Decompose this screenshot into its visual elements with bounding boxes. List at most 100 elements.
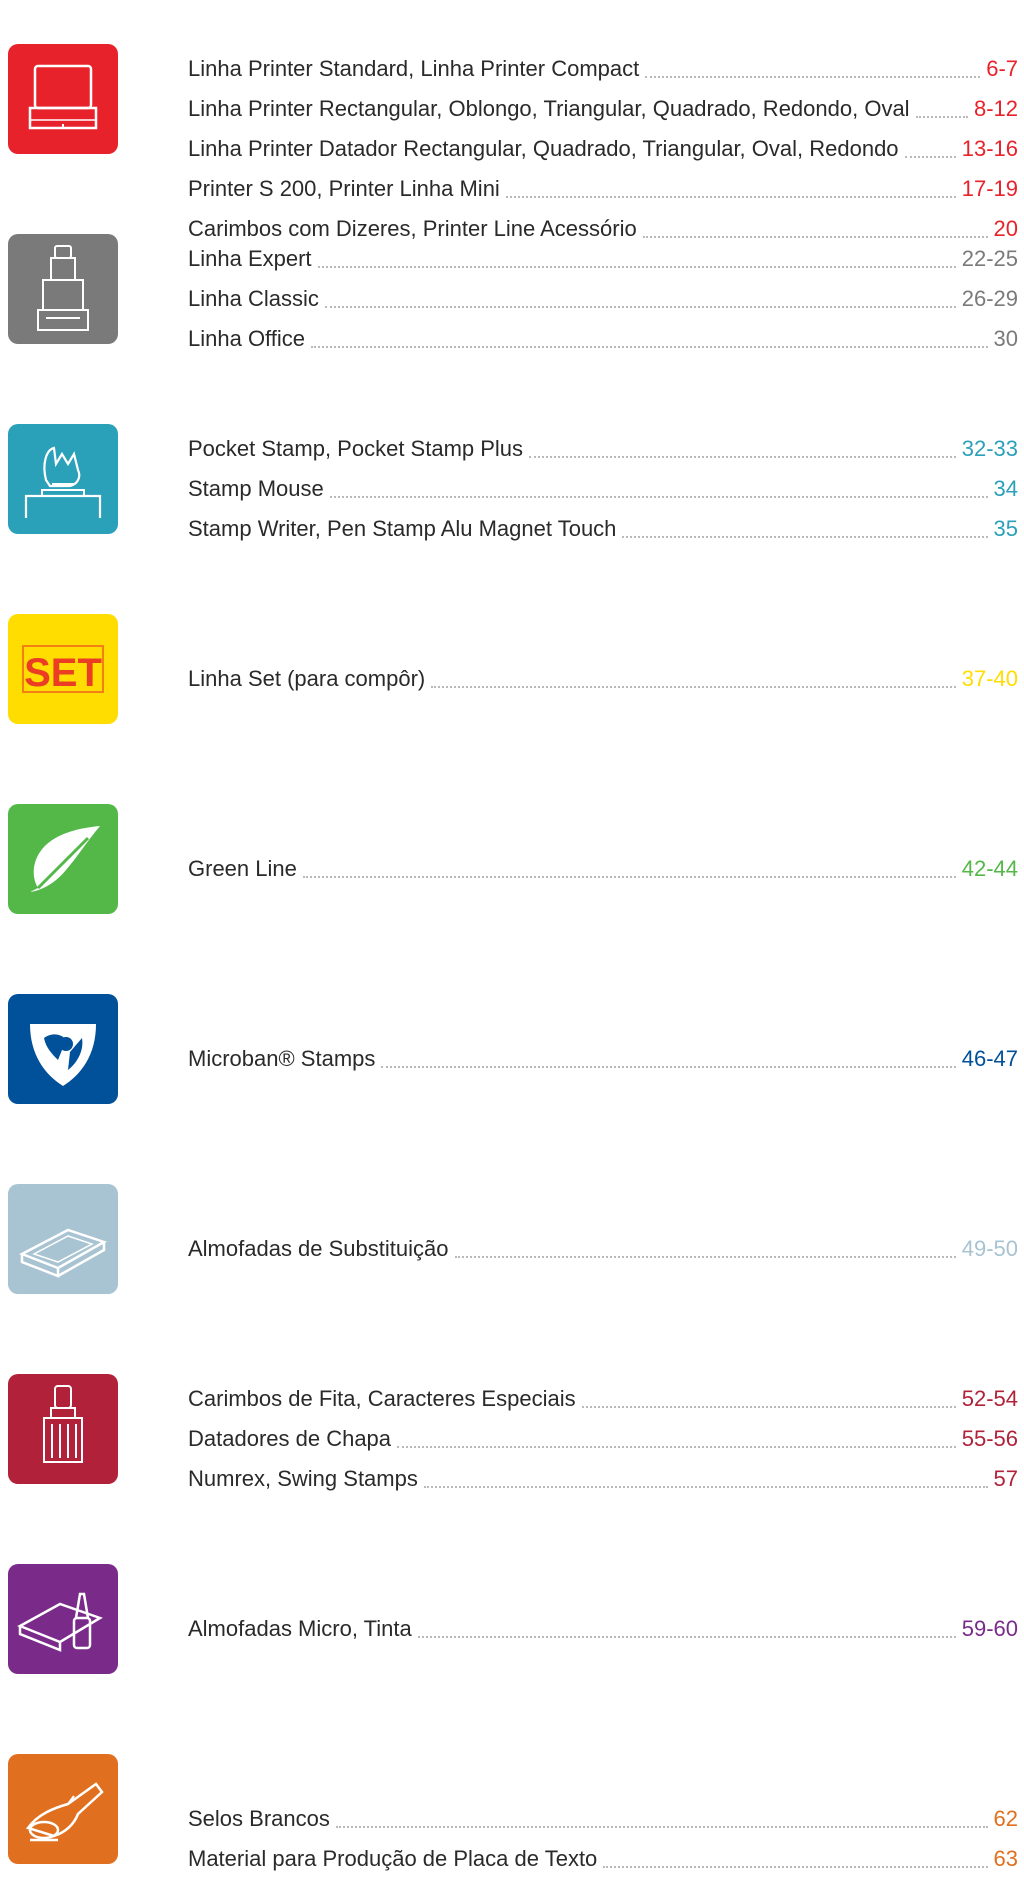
toc-entry[interactable]: Carimbos de Fita, Caracteres Especiais 52… xyxy=(188,1378,1018,1418)
ink-pad-icon xyxy=(8,1184,118,1294)
toc-entry-page-number: 35 xyxy=(993,516,1018,541)
toc-entry[interactable]: Linha Set (para compôr) 37-40 xyxy=(188,658,1018,698)
toc-entry[interactable]: Selos Brancos 62 xyxy=(188,1798,1018,1838)
toc-entry[interactable]: Almofadas Micro, Tinta 59-60 xyxy=(188,1608,1018,1648)
dot-leader xyxy=(423,1486,988,1488)
toc-entry[interactable]: Linha Printer Standard, Linha Printer Co… xyxy=(188,48,1018,88)
leaf-icon xyxy=(8,804,118,914)
toc-entry-page-number: 59-60 xyxy=(961,1616,1018,1641)
toc-entry-page-number: 46-47 xyxy=(961,1046,1018,1071)
embosser-icon xyxy=(8,1754,118,1864)
toc-entry[interactable]: Linha Office 30 xyxy=(188,318,1018,358)
toc-section-seal: Selos Brancos 62 Material para Produção de… xyxy=(0,1754,1024,1874)
toc-entry[interactable]: Microban® Stamps 46-47 xyxy=(188,1038,1018,1078)
hand-stamp-icon xyxy=(8,424,118,534)
toc-entry-page-number: 62 xyxy=(993,1806,1018,1831)
toc-entry-page-number: 42-44 xyxy=(961,856,1018,881)
toc-entry-page-number: 34 xyxy=(993,476,1018,501)
toc-entry-page-number: 26-29 xyxy=(961,286,1018,311)
toc-entry-label: Almofadas de Substituição xyxy=(188,1236,449,1261)
toc-entry-page-number: 37-40 xyxy=(961,666,1018,691)
dot-leader xyxy=(529,456,956,458)
toc-entry-label: Numrex, Swing Stamps xyxy=(188,1466,418,1491)
dot-leader xyxy=(302,876,956,878)
toc-entry-page-number: 13-16 xyxy=(961,136,1018,161)
toc-entry-label: Green Line xyxy=(188,856,297,881)
toc-entry-label: Selos Brancos xyxy=(188,1806,330,1831)
toc-entry-label: Stamp Writer, Pen Stamp Alu Magnet Touch xyxy=(188,516,617,541)
svg-text:SET: SET xyxy=(24,651,102,695)
toc-entry[interactable]: Stamp Writer, Pen Stamp Alu Magnet Touch… xyxy=(188,508,1018,548)
toc-section-printer: Linha Printer Standard, Linha Printer Co… xyxy=(0,44,1024,241)
toc-entry-page-number: 30 xyxy=(993,326,1018,351)
toc-entry-label: Microban® Stamps xyxy=(188,1046,376,1071)
toc-entry-label: Linha Expert xyxy=(188,246,312,271)
toc-entry[interactable]: Stamp Mouse 34 xyxy=(188,468,1018,508)
toc-entry-label: Almofadas Micro, Tinta xyxy=(188,1616,412,1641)
dot-leader xyxy=(311,346,988,348)
dot-leader xyxy=(317,266,956,268)
toc-entry[interactable]: Almofadas de Substituição 49-50 xyxy=(188,1228,1018,1268)
table-of-contents: Linha Printer Standard, Linha Printer Co… xyxy=(0,0,1024,1871)
toc-entry[interactable]: Linha Classic 26-29 xyxy=(188,278,1018,318)
toc-entry-page-number: 63 xyxy=(993,1846,1018,1871)
toc-entry-label: Linha Printer Standard, Linha Printer Co… xyxy=(188,56,640,81)
toc-entry-page-number: 32-33 xyxy=(961,436,1018,461)
toc-entry-page-number: 6-7 xyxy=(986,56,1018,81)
toc-entry-label: Linha Classic xyxy=(188,286,319,311)
toc-section-expert: Linha Expert 22-25 Linha Classic 26-29 Linha… xyxy=(0,234,1024,354)
toc-entry[interactable]: Linha Expert 22-25 xyxy=(188,238,1018,278)
dot-leader xyxy=(381,1066,956,1068)
dot-leader xyxy=(454,1256,956,1258)
toc-entry-page-number: 55-56 xyxy=(961,1426,1018,1451)
toc-entry-label: Pocket Stamp, Pocket Stamp Plus xyxy=(188,436,524,461)
toc-entry[interactable]: Numrex, Swing Stamps 57 xyxy=(188,1458,1018,1498)
toc-section-set: SET Linha Set (para compôr) 37-40 xyxy=(0,614,1024,734)
toc-entry-page-number: 17-19 xyxy=(961,176,1018,201)
toc-entry[interactable]: Datadores de Chapa 55-56 xyxy=(188,1418,1018,1458)
band-stamp-icon xyxy=(8,1374,118,1484)
toc-entry-page-number: 8-12 xyxy=(973,96,1018,121)
toc-section-pads: Almofadas de Substituição 49-50 xyxy=(0,1184,1024,1304)
toc-entry-label: Material para Produção de Placa de Texto xyxy=(188,1846,598,1871)
toc-entry-label: Datadores de Chapa xyxy=(188,1426,392,1451)
toc-entry-label: Printer S 200, Printer Linha Mini xyxy=(188,176,500,201)
toc-section-band: Carimbos de Fita, Caracteres Especiais 52… xyxy=(0,1374,1024,1494)
toc-entry-label: Stamp Mouse xyxy=(188,476,324,501)
dot-leader xyxy=(915,116,968,118)
dot-leader xyxy=(622,536,988,538)
toc-entry[interactable]: Material para Produção de Placa de Texto… xyxy=(188,1838,1018,1878)
toc-entry-page-number: 57 xyxy=(993,1466,1018,1491)
toc-entry-page-number: 22-25 xyxy=(961,246,1018,271)
dot-leader xyxy=(904,156,956,158)
toc-entry[interactable]: Pocket Stamp, Pocket Stamp Plus 32-33 xyxy=(188,428,1018,468)
dot-leader xyxy=(645,76,981,78)
toc-entry[interactable]: Linha Printer Datador Rectangular, Quadr… xyxy=(188,128,1018,168)
toc-entry[interactable]: Printer S 200, Printer Linha Mini 17-19 xyxy=(188,168,1018,208)
toc-entry-label: Linha Office xyxy=(188,326,306,351)
toc-entry-page-number: 52-54 xyxy=(961,1386,1018,1411)
toc-entry-label: Linha Printer Rectangular, Oblongo, Tria… xyxy=(188,96,910,121)
dot-leader xyxy=(505,196,956,198)
dot-leader xyxy=(581,1406,956,1408)
dot-leader xyxy=(431,686,956,688)
set-icon: SET xyxy=(8,614,118,724)
dot-leader xyxy=(335,1826,988,1828)
dot-leader xyxy=(417,1636,956,1638)
toc-section-pocket: Pocket Stamp, Pocket Stamp Plus 32-33 Stam… xyxy=(0,424,1024,544)
dot-leader xyxy=(324,306,956,308)
toc-section-micro: Almofadas Micro, Tinta 59-60 xyxy=(0,1564,1024,1684)
toc-section-green: Green Line 42-44 xyxy=(0,804,1024,924)
toc-entry-label: Linha Printer Datador Rectangular, Quadr… xyxy=(188,136,899,161)
toc-entry[interactable]: Green Line 42-44 xyxy=(188,848,1018,888)
toc-entry-page-number: 49-50 xyxy=(961,1236,1018,1261)
toc-entry-label: Linha Set (para compôr) xyxy=(188,666,426,691)
dot-leader xyxy=(603,1866,988,1868)
dot-leader xyxy=(397,1446,956,1448)
toc-entry[interactable]: Linha Printer Rectangular, Oblongo, Tria… xyxy=(188,88,1018,128)
expert-stamp-icon xyxy=(8,234,118,344)
dot-leader xyxy=(329,496,988,498)
microban-shield-icon xyxy=(8,994,118,1104)
self-inking-stamp-icon xyxy=(8,44,118,154)
stamp-pad-ink-icon xyxy=(8,1564,118,1674)
